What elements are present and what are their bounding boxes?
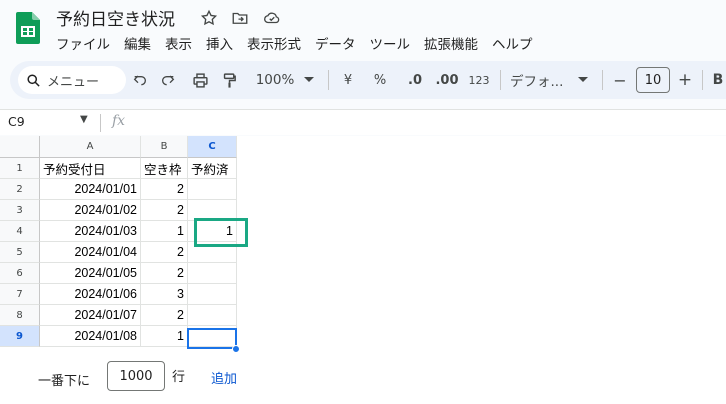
column-header-a[interactable]: A (40, 136, 141, 158)
toolbar-divider (500, 70, 501, 90)
row-header-9[interactable]: 9 (0, 326, 40, 347)
menu-bar: ファイル 編集 表示 挿入 表示形式 データ ツール 拡張機能 ヘルプ (56, 33, 547, 53)
fill-handle[interactable] (232, 345, 240, 353)
add-rows-count-input[interactable]: 1000 (107, 361, 165, 391)
cell-b1[interactable]: 空き枠 (141, 158, 188, 179)
cell-c1[interactable]: 予約済 (188, 158, 237, 179)
cell-b2[interactable]: 2 (141, 179, 188, 200)
cell-c2[interactable] (188, 179, 237, 200)
cell-c6[interactable] (188, 263, 237, 284)
move-folder-icon[interactable] (229, 7, 251, 29)
cell-b5[interactable]: 2 (141, 242, 188, 263)
cell-a8[interactable]: 2024/01/07 (40, 305, 141, 326)
column-header-b[interactable]: B (141, 136, 188, 158)
toolbar-divider (602, 70, 603, 90)
menu-data[interactable]: データ (315, 33, 362, 53)
cell-b9[interactable]: 1 (141, 326, 188, 347)
font-dropdown-icon[interactable] (576, 61, 590, 99)
bold-button[interactable]: B (710, 61, 726, 99)
cell-a9[interactable]: 2024/01/08 (40, 326, 141, 347)
cell-a7[interactable]: 2024/01/06 (40, 284, 141, 305)
redo-icon[interactable] (156, 61, 180, 99)
menu-help[interactable]: ヘルプ (492, 33, 539, 53)
cell-c8[interactable] (188, 305, 237, 326)
add-rows-unit: 行 (172, 370, 186, 385)
menu-view[interactable]: 表示 (165, 33, 198, 53)
cell-a6[interactable]: 2024/01/05 (40, 263, 141, 284)
menu-insert[interactable]: 挿入 (206, 33, 239, 53)
formula-bar-divider (100, 114, 101, 132)
paint-format-icon[interactable] (217, 61, 241, 99)
formula-bar: C9 ▼ fx (0, 109, 726, 135)
cell-c5[interactable] (188, 242, 237, 263)
menu-extensions[interactable]: 拡張機能 (424, 33, 484, 53)
cell-b8[interactable]: 2 (141, 305, 188, 326)
currency-format-button[interactable]: ¥ (338, 61, 358, 99)
cell-b3[interactable]: 2 (141, 200, 188, 221)
decrease-font-size-button[interactable]: − (611, 61, 629, 99)
font-family-select[interactable]: デフォ... (510, 61, 578, 99)
percent-format-button[interactable]: % (370, 61, 390, 99)
row-header-8[interactable]: 8 (0, 305, 40, 326)
star-icon[interactable] (198, 7, 220, 29)
more-formats-button[interactable]: 123 (466, 61, 492, 99)
row-header-5[interactable]: 5 (0, 242, 40, 263)
name-box-dropdown-icon[interactable]: ▼ (80, 114, 88, 125)
row-header-7[interactable]: 7 (0, 284, 40, 305)
cell-a2[interactable]: 2024/01/01 (40, 179, 141, 200)
toolbar: メニュー 100% ¥ % .0 .00 123 デフォ... − 10 + B (10, 61, 726, 99)
font-size-input[interactable]: 10 (636, 67, 670, 93)
print-icon[interactable] (188, 61, 212, 99)
cell-c4[interactable]: 1 (188, 221, 237, 242)
cell-a5[interactable]: 2024/01/04 (40, 242, 141, 263)
row-header-6[interactable]: 6 (0, 263, 40, 284)
add-rows-button[interactable]: 追加 (211, 368, 237, 387)
document-title[interactable]: 予約日空き状況 (56, 5, 175, 30)
row-header-3[interactable]: 3 (0, 200, 40, 221)
row-header-4[interactable]: 4 (0, 221, 40, 242)
cell-a3[interactable]: 2024/01/02 (40, 200, 141, 221)
cloud-saved-icon[interactable] (261, 7, 283, 29)
add-rows-label: 一番下に (38, 374, 91, 389)
row-header-1[interactable]: 1 (0, 158, 40, 179)
row-header-2[interactable]: 2 (0, 179, 40, 200)
cell-b6[interactable]: 2 (141, 263, 188, 284)
select-all-corner[interactable] (0, 136, 40, 158)
title-bar: 予約日空き状況 ファイル 編集 表示 挿入 表示形式 データ ツール 拡張機能 … (0, 0, 726, 58)
cell-c9[interactable] (188, 326, 237, 347)
toolbar-divider (328, 70, 329, 90)
increase-decimal-label: .00 (435, 72, 459, 88)
menu-edit[interactable]: 編集 (124, 33, 157, 53)
fx-icon: fx (112, 113, 126, 129)
cell-a4[interactable]: 2024/01/03 (40, 221, 141, 242)
zoom-dropdown-icon[interactable] (302, 61, 316, 99)
column-header-c[interactable]: C (188, 136, 237, 158)
search-icon (27, 73, 40, 87)
cell-b7[interactable]: 3 (141, 284, 188, 305)
menu-search[interactable]: メニュー (18, 66, 126, 94)
undo-icon[interactable] (128, 61, 152, 99)
increase-decimal-button[interactable]: .00 (432, 61, 462, 99)
menu-search-label: メニュー (47, 74, 100, 90)
sheets-logo-icon[interactable] (16, 12, 40, 44)
cell-a1[interactable]: 予約受付日 (40, 158, 141, 179)
menu-tools[interactable]: ツール (370, 33, 417, 53)
decrease-decimal-button[interactable]: .0 (402, 61, 428, 99)
menu-file[interactable]: ファイル (56, 33, 116, 53)
zoom-select[interactable]: 100% (254, 61, 296, 99)
cell-b4[interactable]: 1 (141, 221, 188, 242)
cell-c3[interactable] (188, 200, 237, 221)
menu-format[interactable]: 表示形式 (247, 33, 307, 53)
cell-c7[interactable] (188, 284, 237, 305)
name-box[interactable]: C9 (8, 114, 25, 129)
decrease-decimal-label: .0 (408, 72, 422, 88)
toolbar-divider (702, 70, 703, 90)
increase-font-size-button[interactable]: + (676, 61, 694, 99)
